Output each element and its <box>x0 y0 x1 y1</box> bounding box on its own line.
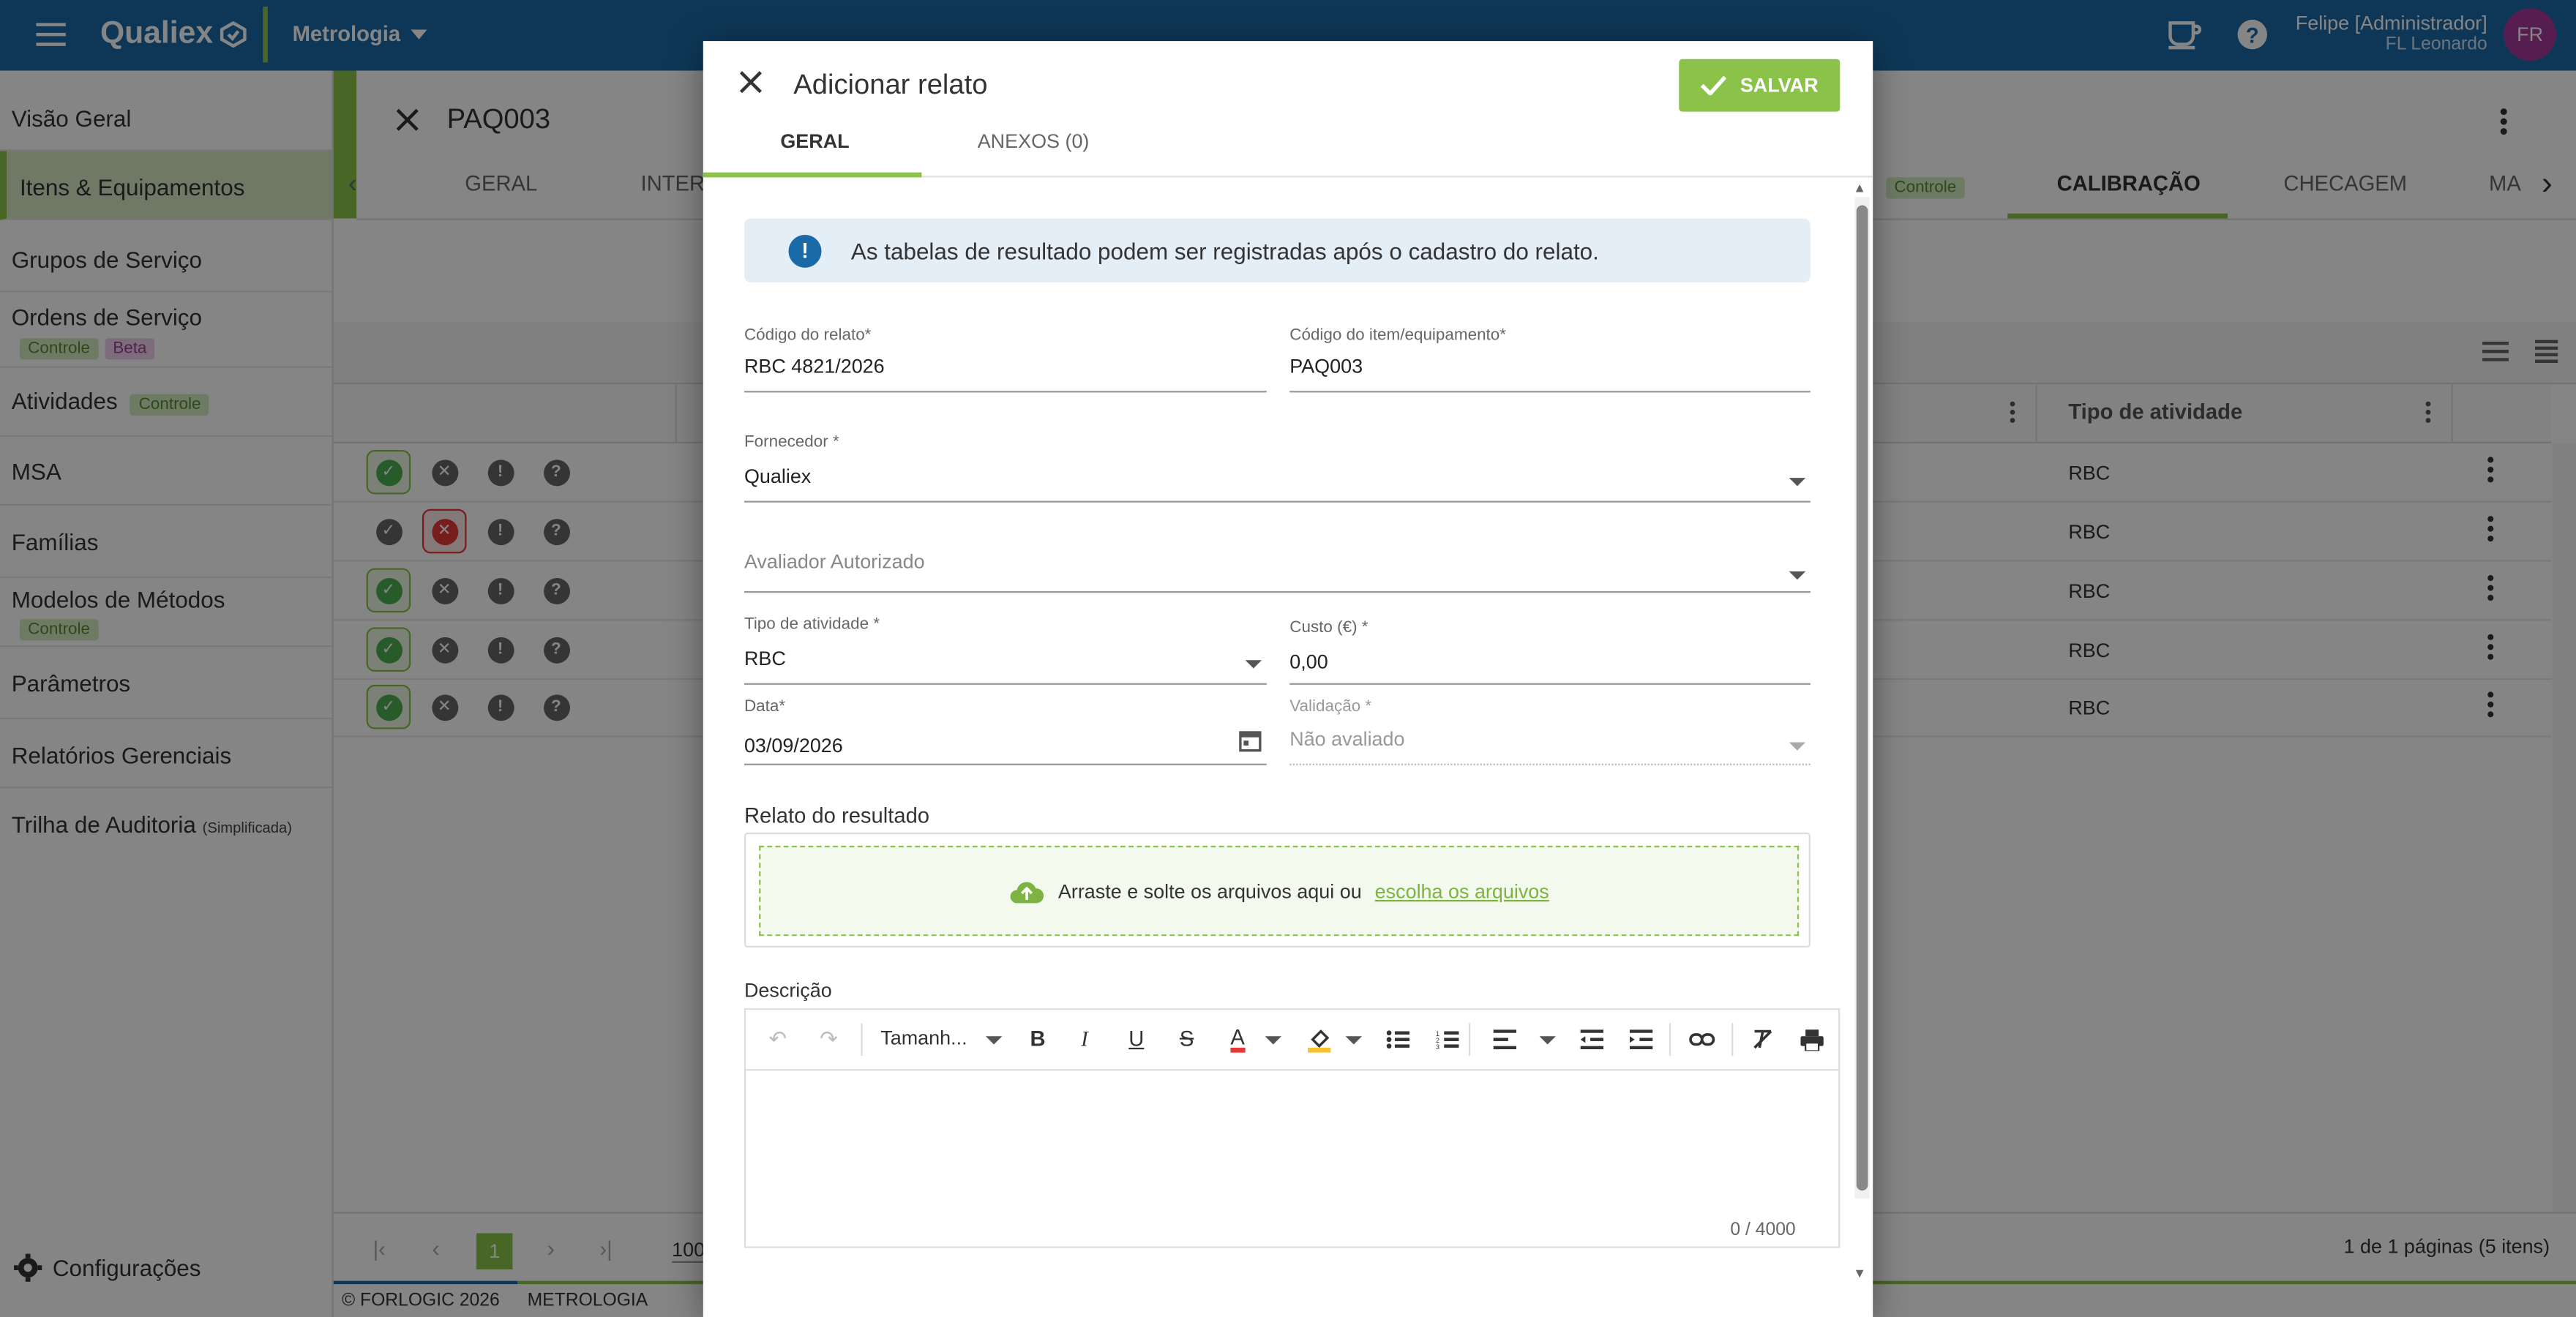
caret-down-icon[interactable] <box>1265 1036 1282 1045</box>
scrollbar-thumb[interactable] <box>1856 205 1868 1191</box>
dialog-title: Adicionar relato <box>793 69 988 100</box>
custo-input[interactable]: 0,00 <box>1289 640 1811 685</box>
codigo-relato-input[interactable]: RBC 4821/2026 <box>744 347 1267 393</box>
data-input[interactable]: 03/09/2026 <box>744 719 1267 765</box>
save-button[interactable]: SALVAR <box>1679 59 1841 112</box>
italic-icon[interactable]: I <box>1081 1027 1088 1053</box>
validacao-select: Não avaliado <box>1289 719 1811 765</box>
cloud-upload-icon <box>1009 878 1045 904</box>
add-report-dialog: Adicionar relato SALVAR GERAL ANEXOS (0)… <box>703 41 1873 1317</box>
info-icon: ! <box>788 233 822 267</box>
caret-down-icon <box>1789 571 1806 580</box>
fornecedor-label: Fornecedor * <box>744 433 839 452</box>
custo-label: Custo (€) * <box>1289 619 1368 637</box>
highlight-color-icon[interactable] <box>1307 1027 1331 1053</box>
bold-icon[interactable]: B <box>1030 1027 1046 1051</box>
fornecedor-value: Qualiex <box>744 465 812 488</box>
scroll-down-icon[interactable]: ▼ <box>1853 1266 1866 1280</box>
indent-icon[interactable] <box>1629 1029 1653 1050</box>
choose-files-link[interactable]: escolha os arquivos <box>1375 879 1549 902</box>
codigo-item-value: PAQ003 <box>1289 354 1363 378</box>
char-counter: 0 / 4000 <box>1730 1220 1796 1240</box>
caret-down-icon[interactable] <box>1539 1036 1556 1045</box>
bullet-list-icon[interactable] <box>1386 1029 1410 1049</box>
close-icon[interactable] <box>739 71 762 94</box>
descricao-label: Descrição <box>744 978 832 1002</box>
validacao-label: Validação * <box>1289 697 1372 716</box>
fornecedor-select[interactable]: Qualiex <box>744 455 1811 503</box>
tipo-atividade-value: RBC <box>744 647 786 670</box>
check-icon <box>1701 75 1727 96</box>
link-icon[interactable] <box>1689 1029 1715 1049</box>
codigo-item-input[interactable]: PAQ003 <box>1289 347 1811 393</box>
clear-format-icon[interactable] <box>1751 1028 1774 1051</box>
app-stage: Qualiex Metrologia ? Felipe [Administrad… <box>0 0 2576 1317</box>
save-label: SALVAR <box>1740 73 1819 97</box>
description-editor[interactable]: ↶ ↷ Tamanh... B I U S A 123 0 / 4000 <box>744 1008 1841 1248</box>
caret-down-icon <box>1245 660 1262 669</box>
dialog-scrollbar[interactable] <box>1854 197 1870 1199</box>
print-icon[interactable] <box>1800 1028 1824 1051</box>
tipo-atividade-select[interactable]: RBC <box>744 637 1267 685</box>
validacao-value: Não avaliado <box>1289 727 1405 751</box>
dropzone-text: Arraste e solte os arquivos aqui ou <box>1057 879 1362 903</box>
font-size-select[interactable]: Tamanh... <box>880 1027 967 1049</box>
codigo-relato-value: RBC 4821/2026 <box>744 354 885 378</box>
active-tab-indicator <box>703 172 922 178</box>
codigo-relato-label: Código do relato* <box>744 326 872 345</box>
scroll-up-icon[interactable]: ▲ <box>1853 181 1866 195</box>
caret-down-icon[interactable] <box>985 1036 1003 1045</box>
dropzone-area[interactable]: Arraste e solte os arquivos aqui ou esco… <box>759 845 1800 937</box>
strikethrough-icon[interactable]: S <box>1180 1027 1194 1051</box>
relato-resultado-label: Relato do resultado <box>744 803 930 828</box>
caret-down-icon[interactable] <box>1345 1036 1363 1045</box>
info-text: As tabelas de resultado podem ser regist… <box>850 237 1599 264</box>
data-value: 03/09/2026 <box>744 734 843 757</box>
caret-down-icon <box>1789 478 1806 487</box>
file-dropzone[interactable]: Arraste e solte os arquivos aqui ou esco… <box>744 832 1811 948</box>
avaliador-select[interactable]: Avaliador Autorizado <box>744 542 1811 593</box>
underline-icon[interactable]: U <box>1128 1027 1144 1051</box>
undo-icon[interactable]: ↶ <box>769 1027 787 1053</box>
editor-toolbar: ↶ ↷ Tamanh... B I U S A 123 <box>746 1010 1839 1071</box>
tab-geral[interactable]: GERAL <box>780 130 849 152</box>
redo-icon[interactable]: ↷ <box>820 1027 837 1053</box>
outdent-icon[interactable] <box>1580 1029 1604 1050</box>
tipo-atividade-label: Tipo de atividade * <box>744 615 880 634</box>
tab-anexos[interactable]: ANEXOS (0) <box>978 130 1090 152</box>
custo-value: 0,00 <box>1289 650 1328 674</box>
align-left-icon[interactable] <box>1493 1029 1517 1050</box>
font-color-icon[interactable]: A <box>1230 1027 1245 1053</box>
codigo-item-label: Código do item/equipamento* <box>1289 326 1507 345</box>
numbered-list-icon[interactable]: 123 <box>1436 1029 1459 1049</box>
calendar-icon[interactable] <box>1239 729 1262 752</box>
info-banner: ! As tabelas de resultado podem ser regi… <box>744 218 1811 283</box>
dialog-header: Adicionar relato SALVAR GERAL ANEXOS (0) <box>703 41 1873 178</box>
svg-text:3: 3 <box>1436 1043 1439 1049</box>
caret-down-icon <box>1789 742 1806 751</box>
avaliador-placeholder: Avaliador Autorizado <box>744 549 925 574</box>
data-label: Data* <box>744 697 786 716</box>
